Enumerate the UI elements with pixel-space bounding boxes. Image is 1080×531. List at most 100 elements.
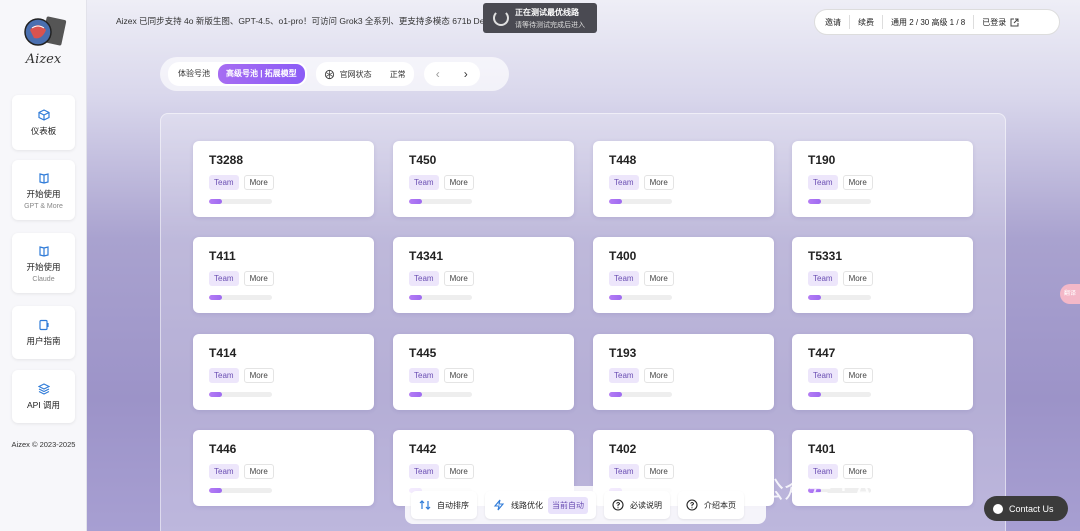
login-status[interactable]: 已登录 bbox=[982, 17, 1006, 28]
route-mode-badge: 当前自动 bbox=[548, 496, 588, 514]
more-tag[interactable]: More bbox=[643, 175, 674, 190]
usage-bar-fill bbox=[808, 295, 821, 300]
account-name: T190 bbox=[808, 153, 836, 167]
usage-bar-fill bbox=[409, 199, 422, 204]
more-tag[interactable]: More bbox=[443, 271, 474, 286]
more-tag[interactable]: More bbox=[842, 271, 873, 286]
team-tag: Team bbox=[409, 368, 439, 383]
account-tags: Team More bbox=[609, 271, 674, 286]
bottom-action-bar: 自动排序 线路优化 当前自动 必读说明 介绍本页 bbox=[405, 486, 766, 524]
external-link-icon[interactable] bbox=[1010, 18, 1019, 27]
more-tag[interactable]: More bbox=[842, 368, 873, 383]
account-card[interactable]: T400 Team More bbox=[593, 237, 774, 313]
more-tag[interactable]: More bbox=[443, 175, 474, 190]
usage-bar bbox=[409, 392, 472, 397]
route-optimize-label: 线路优化 bbox=[511, 500, 543, 510]
intro-button[interactable]: 介绍本页 bbox=[678, 491, 744, 519]
more-tag[interactable]: More bbox=[643, 271, 674, 286]
more-tag[interactable]: More bbox=[243, 175, 274, 190]
sidebar-item-api[interactable]: API 调用 bbox=[12, 370, 75, 423]
account-tags: Team More bbox=[409, 368, 474, 383]
usage-bar bbox=[808, 295, 871, 300]
usage-bar bbox=[209, 488, 272, 493]
chat-bubble-icon bbox=[993, 503, 1003, 514]
more-tag[interactable]: More bbox=[443, 464, 474, 479]
usage-bar-fill bbox=[409, 295, 422, 300]
account-card[interactable]: T447 Team More bbox=[792, 334, 973, 410]
sidebar-item-label: 用户指南 bbox=[26, 336, 61, 346]
usage-bar-fill bbox=[609, 199, 622, 204]
account-name: T5331 bbox=[808, 249, 843, 263]
account-name: T450 bbox=[409, 153, 437, 167]
account-name: T442 bbox=[409, 442, 437, 456]
more-tag[interactable]: More bbox=[643, 464, 674, 479]
divider bbox=[882, 15, 883, 29]
route-optimize-button[interactable]: 线路优化 当前自动 bbox=[485, 491, 596, 519]
account-card[interactable]: T190 Team More bbox=[792, 141, 973, 217]
usage-bar bbox=[808, 199, 871, 204]
more-tag[interactable]: More bbox=[842, 175, 873, 190]
pool-tabs: 体验号池 高级号池 | 拓展模型 bbox=[168, 62, 307, 86]
status-label: 官网状态 bbox=[339, 69, 372, 79]
account-card[interactable]: T414 Team More bbox=[193, 334, 374, 410]
account-name: T401 bbox=[808, 442, 836, 456]
sidebar-item-dashboard[interactable]: 仪表板 bbox=[12, 95, 75, 150]
usage-bar bbox=[609, 199, 672, 204]
prev-page-button[interactable]: ‹ bbox=[424, 67, 452, 81]
usage-bar-fill bbox=[609, 295, 622, 300]
account-card[interactable]: T448 Team More bbox=[593, 141, 774, 217]
sidebar-item-guide[interactable]: 用户指南 bbox=[12, 306, 75, 359]
help-circle-icon bbox=[612, 499, 624, 511]
translate-tab[interactable]: 翻译 bbox=[1060, 284, 1080, 304]
account-tags: Team More bbox=[409, 464, 474, 479]
account-card[interactable]: T446 Team More bbox=[193, 430, 374, 506]
tab-trial-pool[interactable]: 体验号池 bbox=[170, 64, 218, 84]
account-card[interactable]: T450 Team More bbox=[393, 141, 574, 217]
testing-toast: 正在测试最优线路 请等待测试完成后进入 bbox=[483, 3, 597, 33]
more-tag[interactable]: More bbox=[643, 368, 674, 383]
sidebar-item-label: 仪表板 bbox=[30, 126, 57, 136]
usage-bar-fill bbox=[209, 488, 222, 493]
account-card[interactable]: T5331 Team More bbox=[792, 237, 973, 313]
announcement: Aizex 已同步支持 4o 新版生图、GPT-4.5、o1-pro！可访问 G… bbox=[116, 16, 506, 26]
account-tags: Team More bbox=[609, 175, 674, 190]
notice-button[interactable]: 必读说明 bbox=[604, 491, 670, 519]
renew-button[interactable]: 续费 bbox=[858, 17, 874, 28]
team-tag: Team bbox=[409, 271, 439, 286]
openai-icon bbox=[324, 69, 334, 79]
more-tag[interactable]: More bbox=[243, 464, 274, 479]
account-card[interactable]: T193 Team More bbox=[593, 334, 774, 410]
team-tag: Team bbox=[209, 175, 239, 190]
account-tags: Team More bbox=[209, 368, 274, 383]
divider bbox=[973, 15, 975, 29]
sidebar-item-start-claude[interactable]: 开始使用 Claude bbox=[12, 233, 75, 293]
invite-button[interactable]: 邀请 bbox=[825, 17, 841, 28]
usage-bar bbox=[609, 295, 672, 300]
toast-title: 正在测试最优线路 bbox=[515, 8, 579, 17]
account-tags: Team More bbox=[409, 271, 474, 286]
account-tags: Team More bbox=[609, 464, 674, 479]
more-tag[interactable]: More bbox=[443, 368, 474, 383]
contact-us-button[interactable]: Contact Us bbox=[984, 496, 1068, 521]
sidebar-item-start-gpt[interactable]: 开始使用 GPT & More bbox=[12, 160, 75, 220]
team-tag: Team bbox=[409, 464, 439, 479]
account-card[interactable]: T3288 Team More bbox=[193, 141, 374, 217]
account-card[interactable]: T4341 Team More bbox=[393, 237, 574, 313]
official-status[interactable]: 官网状态 正常 bbox=[315, 62, 414, 86]
next-page-button[interactable]: › bbox=[452, 67, 480, 81]
auto-sort-button[interactable]: 自动排序 bbox=[411, 491, 477, 519]
account-card[interactable]: T445 Team More bbox=[393, 334, 574, 410]
account-tags: Team More bbox=[808, 175, 873, 190]
more-tag[interactable]: More bbox=[243, 271, 274, 286]
team-tag: Team bbox=[609, 271, 639, 286]
account-name: T400 bbox=[609, 249, 637, 263]
account-name: T445 bbox=[409, 346, 437, 360]
account-bar: 邀请 续费 通用 2 / 30 高级 1 / 8 已登录 bbox=[814, 9, 1060, 35]
watermark: 公众号 · Ai 你知道 bbox=[760, 476, 958, 504]
account-card[interactable]: T411 Team More bbox=[193, 237, 374, 313]
usage-counter: 通用 2 / 30 高级 1 / 8 bbox=[891, 17, 966, 27]
more-tag[interactable]: More bbox=[243, 368, 274, 383]
tab-advanced-pool[interactable]: 高级号池 | 拓展模型 bbox=[218, 64, 305, 84]
book-icon bbox=[38, 173, 49, 184]
auto-sort-label: 自动排序 bbox=[437, 500, 469, 510]
